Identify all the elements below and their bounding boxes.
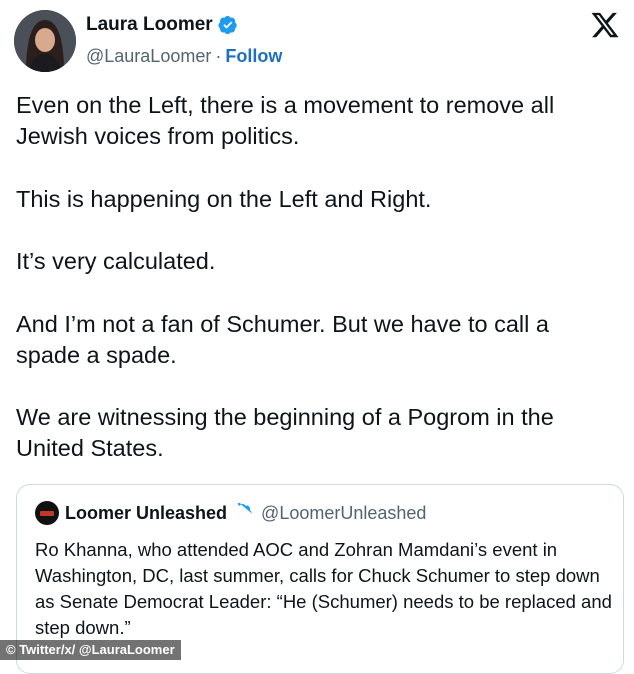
tweet-text: Even on the Left, there is a movement to… bbox=[16, 90, 620, 496]
handle-separator: · bbox=[215, 46, 222, 66]
tweet-paragraph: It’s very calculated. bbox=[16, 248, 216, 274]
author-handle[interactable]: @LauraLoomer bbox=[86, 46, 211, 67]
follow-button[interactable]: Follow bbox=[225, 46, 282, 67]
quote-author-handle[interactable]: @LoomerUnleashed bbox=[261, 503, 426, 524]
verified-badge-icon bbox=[238, 503, 252, 517]
quote-author-name[interactable]: Loomer Unleashed bbox=[65, 503, 227, 524]
tweet-paragraph: And I’m not a fan of Schumer. But we hav… bbox=[16, 310, 549, 368]
verified-badge-icon bbox=[218, 15, 237, 35]
author-avatar[interactable] bbox=[14, 10, 76, 72]
image-credit: © Twitter/x/ @LauraLoomer bbox=[0, 640, 181, 660]
quote-text: Ro Khanna, who attended AOC and Zohran M… bbox=[35, 539, 612, 638]
tweet-paragraph: We are witnessing the beginning of a Pog… bbox=[16, 404, 554, 461]
tweet-paragraph: This is happening on the Left and Right. bbox=[16, 185, 432, 212]
tweet-paragraph: Even on the Left, there is a movement to… bbox=[16, 92, 555, 149]
author-name[interactable]: Laura Loomer bbox=[86, 14, 213, 36]
x-logo-icon[interactable] bbox=[590, 10, 620, 40]
quote-avatar[interactable] bbox=[35, 501, 59, 525]
